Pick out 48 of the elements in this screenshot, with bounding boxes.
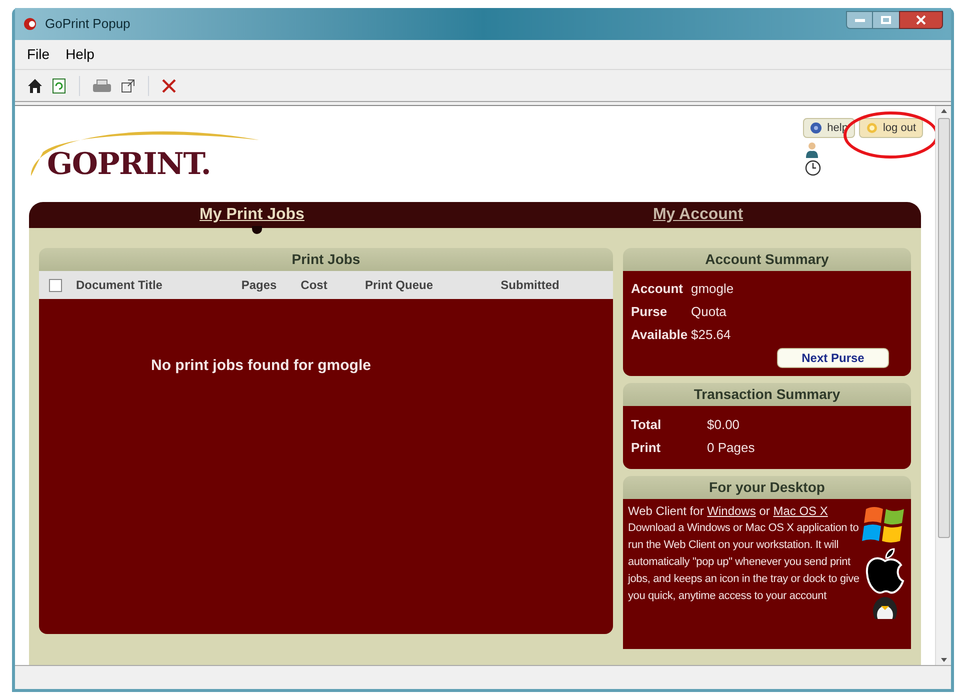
field-label: Available — [631, 326, 689, 344]
empty-message: No print jobs found for gmogle — [151, 357, 371, 374]
logout-button[interactable]: log out — [858, 118, 923, 138]
section-header: For your Desktop — [623, 476, 911, 499]
document-icon[interactable] — [51, 78, 67, 94]
app-icon — [23, 17, 37, 31]
field-value: gmogle — [691, 280, 734, 298]
printer-icon[interactable] — [92, 78, 112, 94]
scroll-thumb[interactable] — [938, 118, 950, 538]
field-label: Total — [631, 416, 662, 434]
window-icon[interactable] — [120, 78, 136, 94]
mac-link[interactable]: Mac OS X — [773, 504, 828, 518]
help-icon — [810, 122, 822, 134]
maximize-button[interactable] — [873, 11, 899, 29]
field-value: $0.00 — [707, 416, 740, 434]
column-header[interactable]: Document Title — [76, 276, 234, 294]
scrollbar[interactable] — [935, 106, 951, 665]
column-header[interactable]: Pages — [234, 276, 284, 294]
power-icon — [866, 122, 878, 134]
menu-item[interactable]: Help — [66, 44, 94, 65]
field-value: $25.64 — [691, 326, 731, 344]
close-icon[interactable] — [161, 78, 177, 94]
field-label: Account — [631, 280, 684, 298]
clock-icon[interactable] — [805, 160, 822, 176]
tab[interactable]: My Print Jobs — [200, 203, 304, 228]
window-title: GoPrint Popup — [45, 15, 130, 34]
select-all-checkbox[interactable] — [49, 278, 62, 292]
field-value: 0 Pages — [707, 438, 755, 457]
column-header[interactable]: Cost — [284, 276, 344, 294]
field-label: Purse — [631, 302, 668, 321]
column-header[interactable]: Print Queue — [344, 276, 454, 294]
selected-tab-indicator — [252, 226, 262, 234]
web-client-line: Web Client for Windows or Mac OS X — [628, 503, 829, 520]
menu-item[interactable]: File — [27, 44, 50, 65]
field-value: Quota — [691, 302, 726, 321]
section-header: Print Jobs — [39, 248, 613, 271]
close-button[interactable] — [899, 11, 943, 29]
field-label: Print — [631, 438, 662, 457]
user-icon[interactable] — [805, 142, 820, 158]
column-header[interactable]: Submitted — [480, 276, 580, 294]
description-text: Download a Windows or Mac OS X application to run the Web Client on your workstation. It will automatically "pop up" whenever you send print jobs, and keeps an icon in the tray or dock to give you quick, anytime access to your account — [628, 521, 860, 604]
home-icon[interactable] — [27, 78, 43, 94]
windows-link[interactable]: Windows — [707, 504, 756, 518]
section-header: Account Summary — [623, 248, 911, 271]
section-header: Transaction Summary — [623, 383, 911, 406]
tab[interactable]: My Account — [652, 203, 744, 228]
next-purse-button[interactable]: Next Purse — [777, 348, 889, 368]
minimize-button[interactable] — [846, 11, 873, 29]
